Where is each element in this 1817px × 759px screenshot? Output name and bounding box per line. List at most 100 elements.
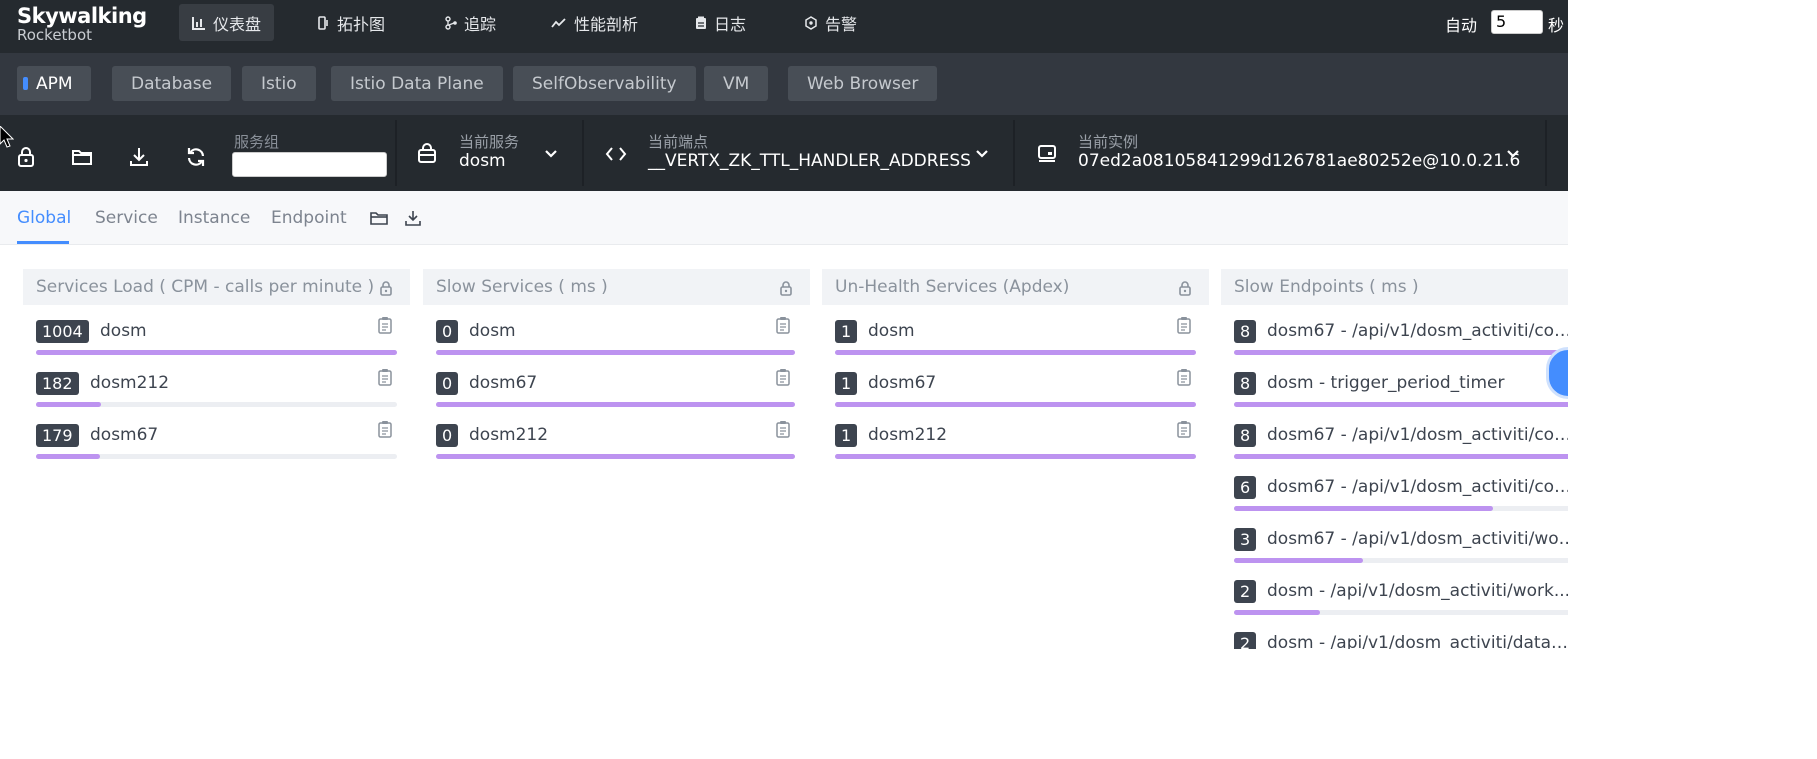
list-item[interactable]: 1 dosm xyxy=(835,317,1196,372)
download-icon[interactable] xyxy=(127,145,151,169)
lock-icon[interactable] xyxy=(779,280,793,296)
item-name: dosm67 xyxy=(868,373,937,393)
logo[interactable]: Skywalking Rocketbot xyxy=(17,4,147,44)
list-item[interactable]: 0 dosm67 xyxy=(436,369,795,424)
selector-bar: 服务组 当前服务 dosm 当前端点 __VERTX_ZK_TTL_HANDLE… xyxy=(0,115,1568,191)
panel-services-load: Services Load ( CPM - calls per minute )… xyxy=(23,269,410,459)
progress-bar xyxy=(835,402,1196,407)
progress-fill xyxy=(436,454,795,459)
layer-tab-database[interactable]: Database xyxy=(112,66,232,101)
service-icon xyxy=(418,143,436,163)
nav-item-log[interactable]: 日志 xyxy=(682,4,759,41)
list-item[interactable]: 3 dosm67 - /api/v1/dosm_activiti/wor... xyxy=(1234,528,1568,580)
copy-icon[interactable] xyxy=(377,420,393,438)
tab-instance[interactable]: Instance xyxy=(178,208,250,228)
progress-bar xyxy=(436,350,795,355)
current-service-label: 当前服务 xyxy=(459,133,520,151)
copy-icon[interactable] xyxy=(775,420,791,438)
list-item[interactable]: 8 dosm67 - /api/v1/dosm_activiti/coc... xyxy=(1234,424,1568,476)
value-badge: 6 xyxy=(1234,476,1257,499)
progress-fill xyxy=(436,402,795,407)
copy-icon[interactable] xyxy=(775,316,791,334)
item-name: dosm - trigger_period_timer xyxy=(1267,373,1505,393)
current-endpoint-value[interactable]: __VERTX_ZK_TTL_HANDLER_ADDRESS xyxy=(648,151,971,171)
item-name: dosm212 xyxy=(469,425,549,445)
list-item[interactable]: 1 dosm212 xyxy=(835,421,1196,476)
list-item[interactable]: 2 dosm - /api/v1/dosm_activiti/work... xyxy=(1234,580,1568,632)
layer-tab-istio-data-plane[interactable]: Istio Data Plane xyxy=(331,66,503,101)
value-badge: 2 xyxy=(1234,632,1257,649)
copy-icon[interactable] xyxy=(377,316,393,334)
chevron-down-icon[interactable] xyxy=(1506,147,1520,161)
current-instance-value[interactable]: 07ed2a08105841299d126781ae80252e@10.0.21… xyxy=(1078,151,1520,171)
lock-icon[interactable] xyxy=(379,280,393,296)
layer-tab-label: VM xyxy=(723,73,750,94)
list-item[interactable]: 8 dosm67 - /api/v1/dosm_activiti/coc... xyxy=(1234,320,1568,372)
copy-icon[interactable] xyxy=(1176,420,1192,438)
top-nav: Skywalking Rocketbot 仪表盘 拓扑图 追踪 性能剖析 日志 … xyxy=(0,0,1568,53)
lock-icon[interactable] xyxy=(14,145,38,169)
list-item[interactable]: 0 dosm212 xyxy=(436,421,795,476)
progress-fill xyxy=(1234,350,1568,355)
nav-item-dashboard[interactable]: 仪表盘 xyxy=(179,4,275,41)
divider xyxy=(395,120,397,186)
progress-bar xyxy=(1234,350,1568,355)
list-item[interactable]: 1 dosm67 xyxy=(835,369,1196,424)
progress-bar xyxy=(1234,610,1568,615)
progress-bar xyxy=(1234,454,1568,459)
service-group-input[interactable] xyxy=(232,152,387,177)
list-item[interactable]: 0 dosm xyxy=(436,317,795,372)
nav-item-trace[interactable]: 追踪 xyxy=(432,4,509,41)
app-root: Skywalking Rocketbot 仪表盘 拓扑图 追踪 性能剖析 日志 … xyxy=(0,0,1568,649)
tab-endpoint[interactable]: Endpoint xyxy=(271,208,347,228)
progress-bar xyxy=(36,350,397,355)
layer-tab-vm[interactable]: VM xyxy=(704,66,769,101)
panel-slow-endpoints: Slow Endpoints ( ms ) 8 dosm67 - /api/v1/… xyxy=(1221,269,1568,649)
list-item[interactable]: 2 dosm - /api/v1/dosm_activiti/dataD... xyxy=(1234,632,1568,649)
progress-bar xyxy=(1234,506,1568,511)
layer-tab-selfobservability[interactable]: SelfObservability xyxy=(513,66,696,101)
download-icon[interactable] xyxy=(404,210,422,226)
layer-tab-istio[interactable]: Istio xyxy=(242,66,316,101)
nav-item-alarm[interactable]: 告警 xyxy=(791,4,870,41)
chevron-down-icon[interactable] xyxy=(975,147,989,161)
tab-global[interactable]: Global xyxy=(17,208,71,228)
copy-icon[interactable] xyxy=(1176,368,1192,386)
auto-refresh-input[interactable]: 5 xyxy=(1491,10,1543,34)
layer-tab-web-browser[interactable]: Web Browser xyxy=(788,66,938,101)
value-badge: 179 xyxy=(36,424,79,447)
item-name: dosm - /api/v1/dosm_activiti/dataD... xyxy=(1267,633,1568,649)
nav-item-topology[interactable]: 拓扑图 xyxy=(305,4,398,41)
dashboard-tabs: Global Service Instance Endpoint xyxy=(0,191,1568,245)
panel-title: Services Load ( CPM - calls per minute ) xyxy=(23,269,410,305)
layer-tab-label: Istio xyxy=(261,73,297,94)
refresh-icon[interactable] xyxy=(184,145,208,169)
value-badge: 8 xyxy=(1234,320,1257,343)
list-item[interactable]: 8 dosm - trigger_period_timer xyxy=(1234,372,1568,424)
nav-item-profile[interactable]: 性能剖析 xyxy=(538,4,651,41)
nav-label: 性能剖析 xyxy=(574,14,639,34)
lock-icon[interactable] xyxy=(1178,280,1192,296)
copy-icon[interactable] xyxy=(377,368,393,386)
item-name: dosm67 - /api/v1/dosm_activiti/wor... xyxy=(1267,529,1568,549)
folder-icon[interactable] xyxy=(70,145,94,169)
list-item[interactable]: 179 dosm67 xyxy=(36,421,397,476)
chevron-down-icon[interactable] xyxy=(544,147,558,161)
progress-bar xyxy=(36,402,397,407)
divider xyxy=(1013,120,1015,186)
layer-tab-apm[interactable]: APM xyxy=(17,66,91,101)
value-badge: 1 xyxy=(835,424,858,447)
layer-tabs: APM Database Istio Istio Data Plane Self… xyxy=(0,53,1568,115)
list-item[interactable]: 1004 dosm xyxy=(36,317,397,372)
current-service-value[interactable]: dosm xyxy=(459,151,506,171)
mouse-cursor-icon xyxy=(0,126,14,148)
copy-icon[interactable] xyxy=(1176,316,1192,334)
progress-fill xyxy=(1234,506,1493,511)
copy-icon[interactable] xyxy=(775,368,791,386)
list-item[interactable]: 6 dosm67 - /api/v1/dosm_activiti/coc... xyxy=(1234,476,1568,528)
item-name: dosm67 - /api/v1/dosm_activiti/coc... xyxy=(1267,321,1568,341)
tab-service[interactable]: Service xyxy=(95,208,158,228)
logo-subtitle: Rocketbot xyxy=(17,26,93,44)
list-item[interactable]: 182 dosm212 xyxy=(36,369,397,424)
folder-icon[interactable] xyxy=(370,210,388,226)
